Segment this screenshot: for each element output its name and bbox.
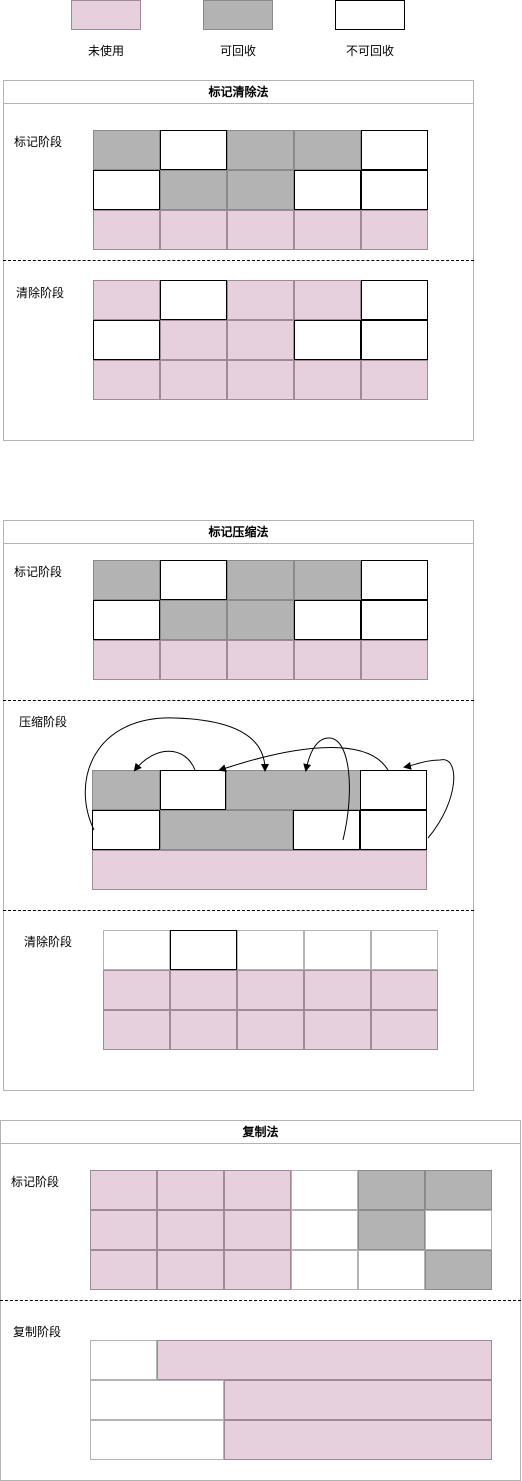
copying-divider bbox=[0, 1300, 521, 1301]
memory-block-free bbox=[224, 1420, 492, 1460]
memory-block-free bbox=[90, 1170, 157, 1210]
arrow-4 bbox=[303, 737, 350, 841]
memory-block-free bbox=[90, 1210, 157, 1250]
memory-block-free bbox=[157, 1210, 224, 1250]
arrow-1 bbox=[84, 717, 269, 831]
memory-block-empty bbox=[425, 1210, 492, 1250]
memory-block-empty bbox=[90, 1380, 224, 1420]
arrow-3 bbox=[218, 747, 389, 772]
memory-block-recyclable bbox=[358, 1170, 425, 1210]
memory-block-empty bbox=[90, 1340, 157, 1380]
arrow-2 bbox=[133, 750, 196, 772]
memory-block-free bbox=[224, 1380, 492, 1420]
memory-block-empty bbox=[358, 1250, 425, 1290]
memory-block-recyclable bbox=[425, 1250, 492, 1290]
memory-block-free bbox=[157, 1170, 224, 1210]
memory-block-empty bbox=[291, 1250, 358, 1290]
memory-block-recyclable bbox=[425, 1170, 492, 1210]
copying-title: 复制法 bbox=[1, 1121, 520, 1144]
memory-block-free bbox=[157, 1250, 224, 1290]
copying-copy-stage-label: 复制阶段 bbox=[13, 1325, 62, 1339]
memory-block-recyclable bbox=[358, 1210, 425, 1250]
arrow-5 bbox=[403, 759, 455, 839]
memory-block-free bbox=[224, 1210, 291, 1250]
memory-block-empty bbox=[90, 1420, 224, 1460]
memory-block-free bbox=[224, 1250, 291, 1290]
memory-block-empty bbox=[291, 1170, 358, 1210]
copying-mark-stage-label: 标记阶段 bbox=[11, 1175, 60, 1189]
memory-block-free bbox=[90, 1250, 157, 1290]
memory-block-empty bbox=[291, 1210, 358, 1250]
memory-block-free bbox=[157, 1340, 492, 1380]
memory-block-free bbox=[224, 1170, 291, 1210]
